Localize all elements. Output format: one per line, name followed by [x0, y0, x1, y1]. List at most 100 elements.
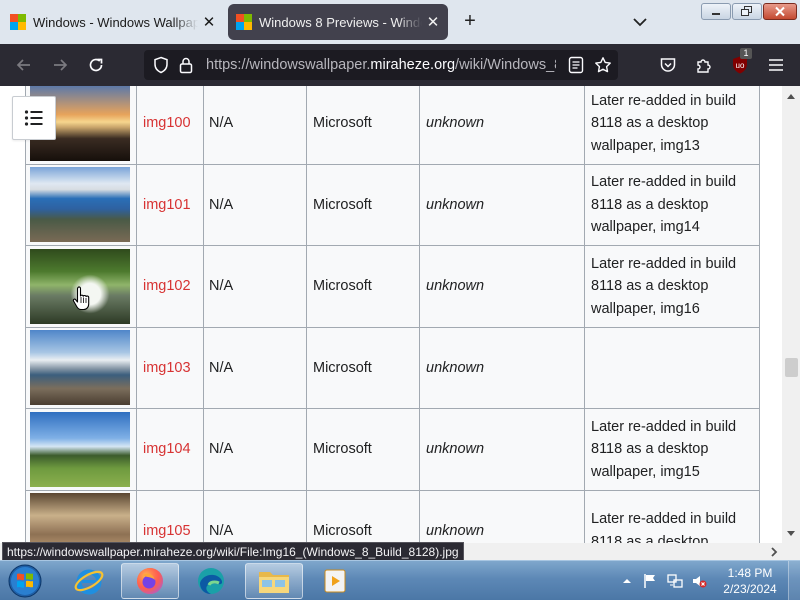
tray-network[interactable] [667, 573, 683, 589]
author-cell: Microsoft [306, 86, 420, 165]
thumbnail-cell [25, 489, 137, 543]
bookmark-star-icon[interactable] [594, 56, 612, 74]
image-name-link[interactable]: img105 [143, 523, 191, 539]
lock-icon[interactable] [178, 56, 194, 74]
table-of-contents-button[interactable] [12, 96, 56, 140]
author-cell: Microsoft [306, 163, 420, 246]
resolution-cell: unknown [419, 245, 585, 328]
new-tab-button[interactable]: + [458, 10, 482, 34]
resolution-cell: unknown [419, 86, 585, 165]
restore-window-button[interactable] [732, 3, 762, 20]
build-cell: N/A [203, 326, 307, 409]
image-name-link[interactable]: img104 [143, 441, 191, 457]
tab-title: Windows 8 Previews - Windows [259, 14, 422, 30]
scroll-up-arrow-icon[interactable] [786, 92, 796, 100]
start-button[interactable] [0, 563, 50, 599]
taskbar-file-explorer[interactable] [245, 563, 303, 599]
taskbar-media-player[interactable] [306, 563, 364, 599]
media-player-icon [324, 569, 346, 593]
table-row: img104 N/A Microsoft unknown Later re-added … [25, 408, 760, 491]
list-all-tabs-button[interactable] [628, 10, 652, 34]
start-orb-icon [8, 564, 42, 598]
firefox-icon [137, 568, 163, 594]
speaker-muted-icon [693, 576, 707, 588]
vertical-scrollbar[interactable] [782, 86, 800, 543]
resolution-cell: unknown [419, 489, 585, 543]
tab-strip: Windows - Windows Wallpaper ✕ Windows 8 … [0, 0, 800, 44]
image-name-link[interactable]: img100 [143, 115, 191, 131]
page-content: img100 N/A Microsoft unknown Later re-added … [0, 86, 782, 543]
name-cell: img102 [136, 245, 204, 328]
chevron-up-icon [623, 579, 631, 583]
wallpaper-table: img100 N/A Microsoft unknown Later re-added … [25, 86, 760, 543]
tray-action-center[interactable] [642, 573, 658, 589]
taskbar-internet-explorer[interactable] [60, 563, 118, 599]
ublock-origin-button[interactable]: uo 1 [727, 48, 753, 78]
table-row: img103 N/A Microsoft unknown [25, 326, 760, 409]
arrow-left-icon [16, 59, 30, 71]
notes-cell [584, 326, 760, 409]
wallpaper-thumbnail[interactable] [30, 411, 130, 487]
name-cell: img100 [136, 86, 204, 165]
image-name-link[interactable]: img102 [143, 278, 191, 294]
system-clock[interactable]: 1:48 PM 2/23/2024 [716, 565, 784, 597]
tab-title: Windows - Windows Wallpaper [33, 14, 198, 30]
puzzle-piece-icon [697, 59, 711, 73]
forward-button[interactable] [47, 52, 73, 78]
minimize-icon [712, 12, 720, 15]
close-window-button[interactable] [763, 3, 797, 20]
show-desktop-button[interactable] [788, 561, 800, 601]
vertical-scrollbar-thumb[interactable] [785, 358, 798, 377]
tray-volume[interactable] [691, 573, 707, 589]
url-prefix: https://windowswallpaper. [206, 57, 371, 73]
hamburger-menu-icon [769, 59, 783, 71]
author-cell: Microsoft [306, 245, 420, 328]
close-tab-icon[interactable]: ✕ [198, 13, 220, 31]
link-status-tooltip: https://windowswallpaper.miraheze.org/wi… [2, 542, 464, 561]
show-hidden-icons-button[interactable] [619, 573, 635, 589]
tab-windows-8-previews[interactable]: Windows 8 Previews - Windows ✕ [228, 4, 448, 40]
minimize-window-button[interactable] [701, 3, 731, 20]
back-button[interactable] [11, 52, 37, 78]
windows-taskbar: 1:48 PM 2/23/2024 [0, 560, 800, 601]
notes-cell: Later re-added in build 8118 as a deskto… [584, 489, 760, 543]
url-text[interactable]: https://windowswallpaper.miraheze.org/wi… [206, 57, 556, 73]
pocket-icon [660, 58, 676, 72]
extensions-button[interactable] [691, 52, 717, 78]
network-icon [667, 574, 683, 588]
restore-icon [741, 6, 752, 16]
wallpaper-thumbnail[interactable] [30, 330, 130, 406]
author-cell: Microsoft [306, 326, 420, 409]
name-cell: img103 [136, 326, 204, 409]
site-favicon-icon [236, 14, 252, 30]
wallpaper-thumbnail[interactable] [30, 167, 130, 243]
tab-windows-wallpaper[interactable]: Windows - Windows Wallpaper ✕ [2, 4, 224, 40]
clock-date: 2/23/2024 [723, 582, 777, 596]
reader-view-icon[interactable] [568, 56, 584, 74]
address-bar[interactable]: https://windowswallpaper.miraheze.org/wi… [144, 50, 618, 80]
file-explorer-icon [259, 572, 289, 593]
tracking-protection-shield-icon[interactable] [152, 56, 170, 74]
taskbar-firefox[interactable] [121, 563, 179, 599]
reload-button[interactable] [83, 52, 109, 78]
resolution-cell: unknown [419, 408, 585, 491]
table-row: img101 N/A Microsoft unknown Later re-added … [25, 163, 760, 246]
scroll-down-arrow-icon[interactable] [786, 530, 796, 538]
wallpaper-thumbnail[interactable] [30, 493, 130, 543]
pocket-button[interactable] [655, 52, 681, 78]
notes-cell: Later re-added in build 8118 as a deskto… [584, 163, 760, 246]
name-cell: img105 [136, 489, 204, 543]
app-menu-button[interactable] [763, 52, 789, 78]
arrow-right-icon [54, 59, 68, 71]
image-name-link[interactable]: img101 [143, 197, 191, 213]
close-icon [775, 6, 785, 17]
table-row: img105 N/A Microsoft unknown Later re-added … [25, 489, 760, 543]
internet-explorer-icon [74, 569, 104, 595]
navigation-toolbar: https://windowswallpaper.miraheze.org/wi… [0, 44, 800, 86]
close-tab-icon[interactable]: ✕ [422, 13, 444, 31]
thumbnail-cell [25, 163, 137, 246]
scroll-right-arrow-icon[interactable] [770, 547, 778, 557]
image-name-link[interactable]: img103 [143, 360, 191, 376]
taskbar-edge[interactable] [182, 563, 240, 599]
build-cell: N/A [203, 245, 307, 328]
